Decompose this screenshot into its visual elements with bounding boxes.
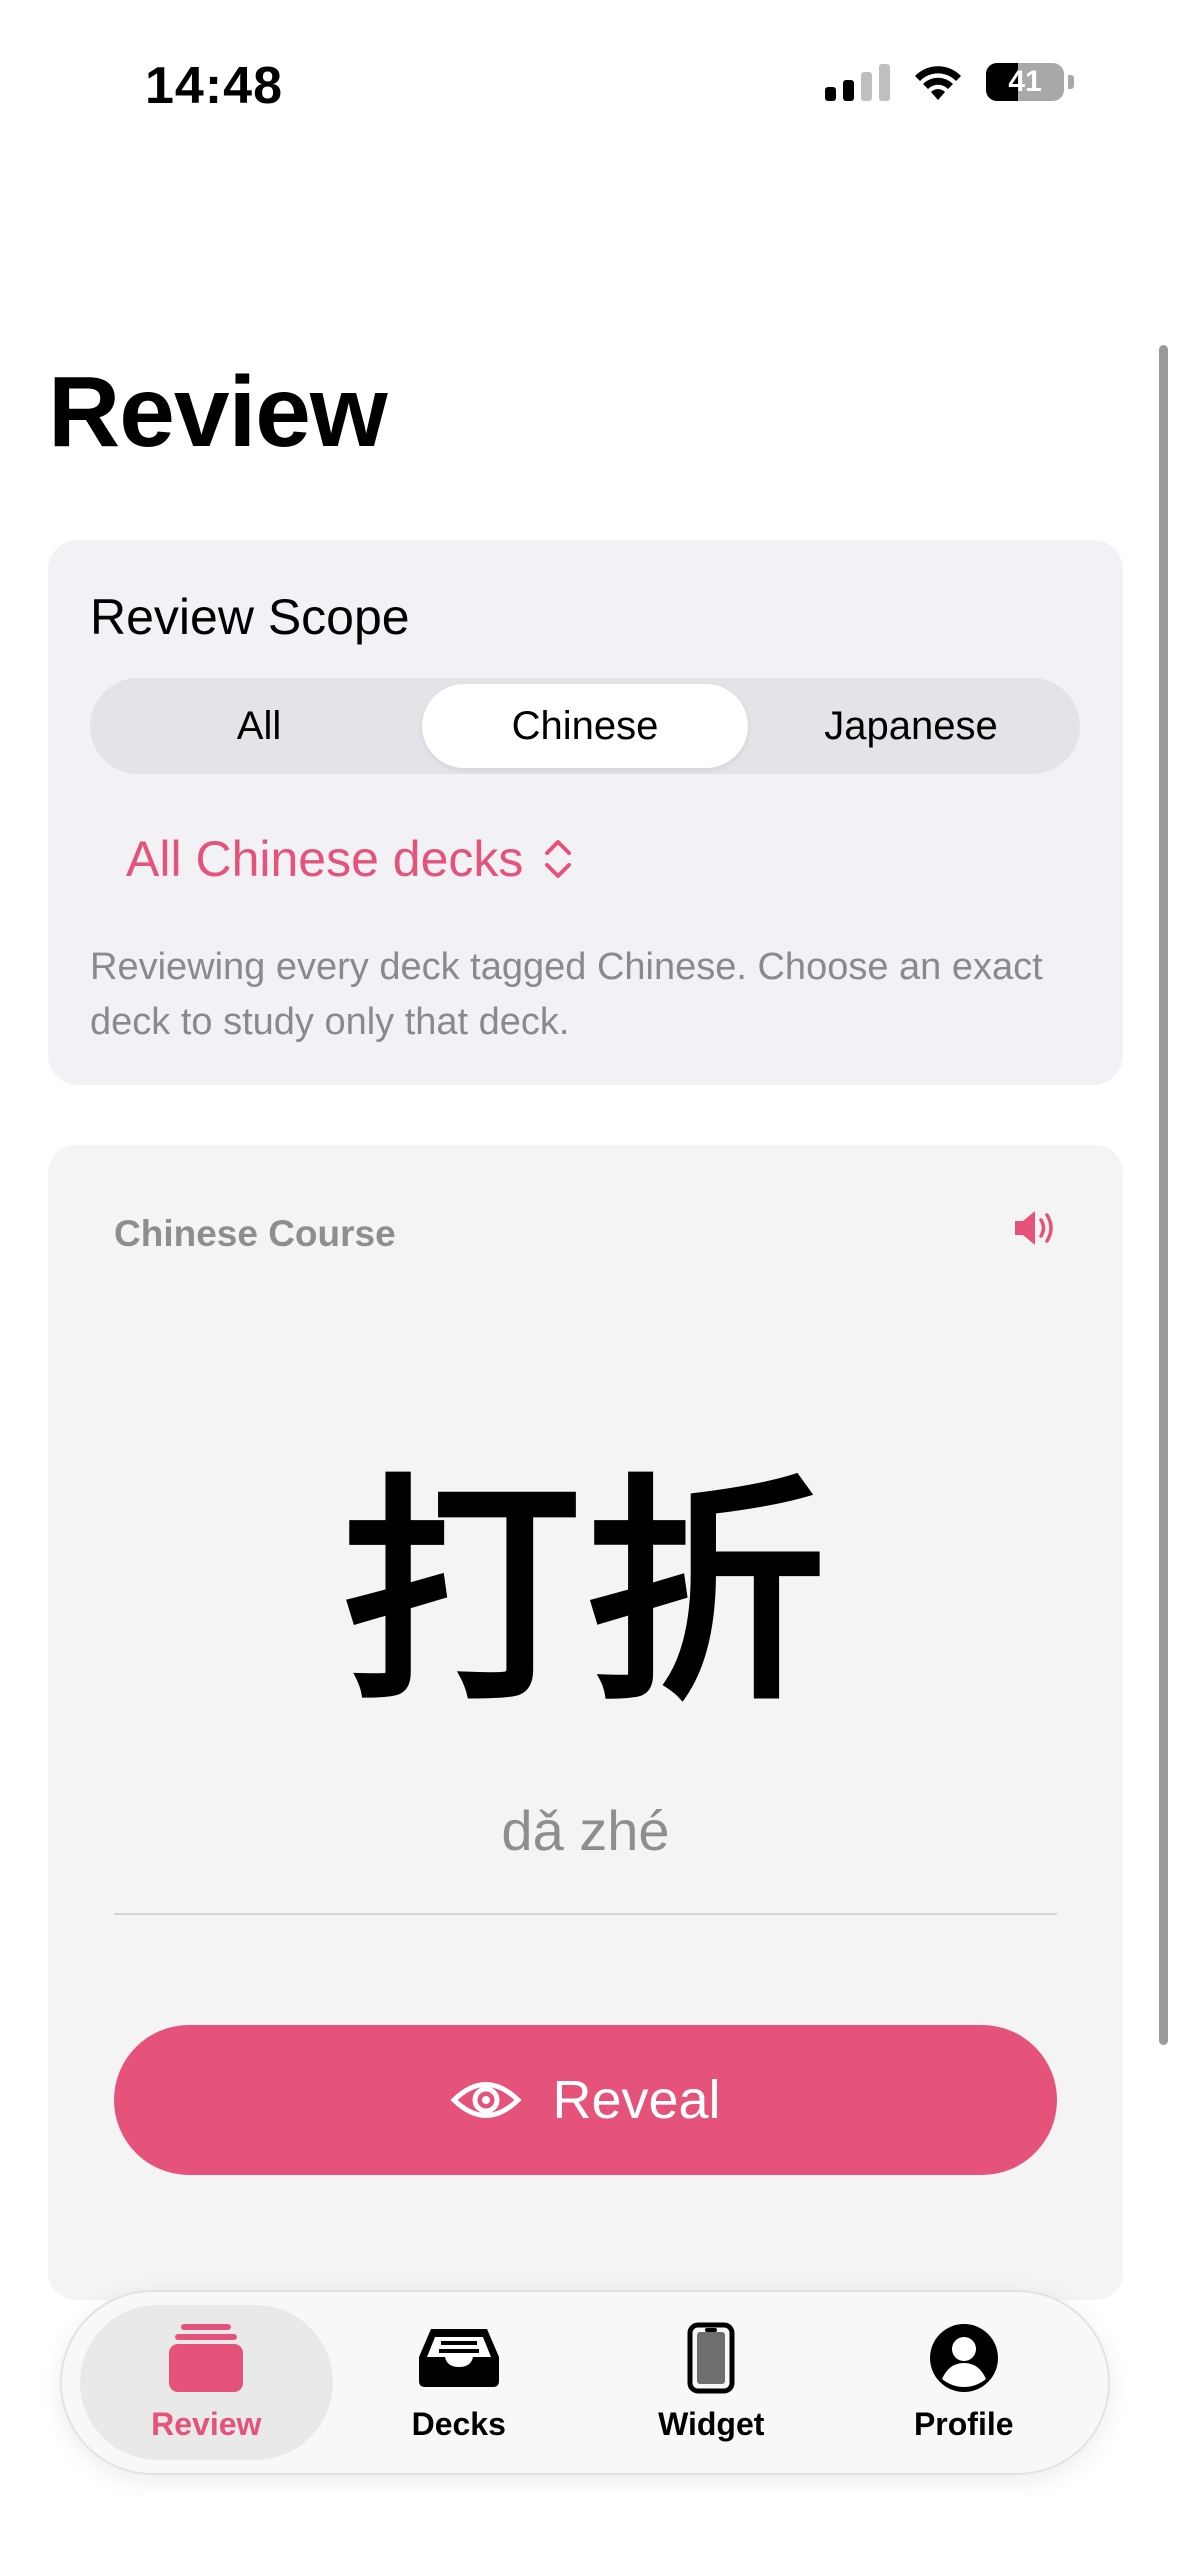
- review-scope-card: Review Scope All Chinese Japanese All Ch…: [48, 540, 1123, 1085]
- scope-description: Reviewing every deck tagged Chinese. Cho…: [90, 946, 1043, 1043]
- status-time: 14:48: [145, 57, 283, 115]
- review-scope-title: Review Scope: [90, 589, 410, 645]
- scrollbar[interactable]: [1159, 345, 1168, 2045]
- reveal-label: Reveal: [552, 2070, 721, 2130]
- speaker-icon[interactable]: [1011, 1205, 1057, 1251]
- signal-icon: [825, 63, 890, 101]
- reveal-button[interactable]: Reveal: [114, 2025, 1057, 2175]
- flashcard[interactable]: Chinese Course 打折 dǎ zhé Reveal: [48, 1145, 1123, 2300]
- card-word: 打折: [341, 1454, 830, 1734]
- battery-tip: [1068, 75, 1074, 89]
- tab-profile-label: Profile: [913, 2406, 1014, 2442]
- card-pinyin: dǎ zhé: [501, 1799, 670, 1862]
- tab-profile[interactable]: Profile: [838, 2305, 1091, 2460]
- phone-icon: [668, 2322, 754, 2394]
- chevron-up-down-icon: [545, 840, 572, 878]
- card-deck-name: Chinese Course: [114, 1213, 396, 1254]
- battery-level: 41: [1008, 65, 1042, 98]
- wifi-icon: [915, 66, 961, 100]
- tab-decks-label: Decks: [411, 2406, 506, 2442]
- stack-icon: [163, 2322, 249, 2394]
- page-title: Review: [48, 356, 388, 468]
- person-icon: [921, 2322, 1007, 2394]
- deck-picker-label: All Chinese decks: [126, 831, 524, 887]
- scope-segmented-control: All Chinese Japanese: [90, 678, 1080, 774]
- battery-icon: 41: [986, 63, 1064, 101]
- tab-review[interactable]: Review: [80, 2305, 333, 2460]
- eye-icon: [450, 2082, 523, 2118]
- tab-bar: Review Decks Widget Profile: [60, 2290, 1110, 2475]
- deck-picker-button[interactable]: All Chinese decks: [126, 830, 575, 888]
- status-icons: 41: [825, 62, 1074, 102]
- segment-japanese[interactable]: Japanese: [748, 684, 1074, 768]
- segment-all[interactable]: All: [96, 684, 422, 768]
- tray-icon: [416, 2322, 502, 2394]
- card-divider: [114, 1913, 1057, 1915]
- tab-review-label: Review: [151, 2406, 262, 2442]
- tab-widget-label: Widget: [658, 2406, 765, 2442]
- segment-chinese[interactable]: Chinese: [422, 684, 748, 768]
- tab-widget[interactable]: Widget: [585, 2305, 838, 2460]
- tab-decks[interactable]: Decks: [333, 2305, 586, 2460]
